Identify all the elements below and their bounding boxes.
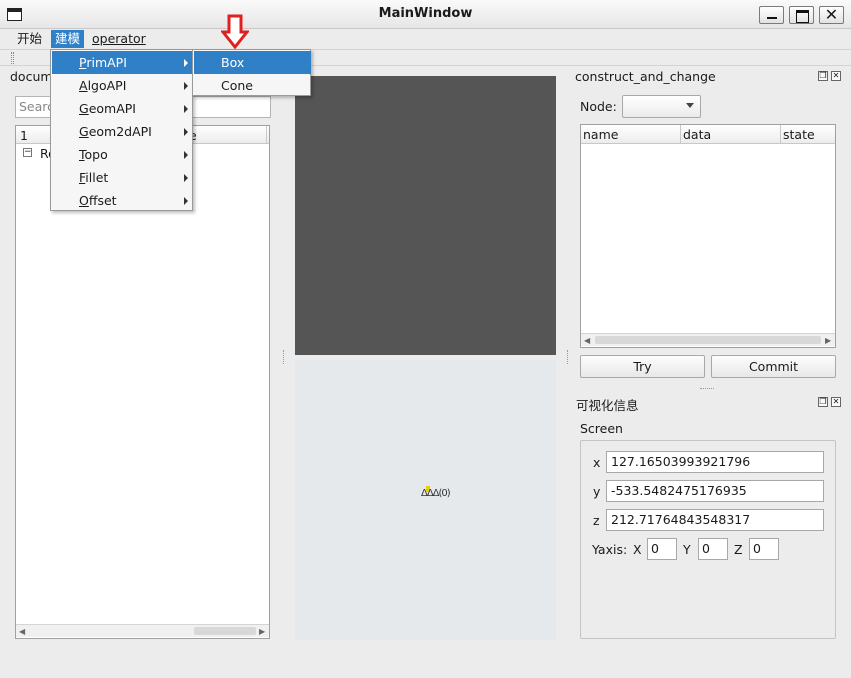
menu-item-label: lgoAPI	[87, 78, 127, 93]
scroll-left-icon[interactable]: ◀	[584, 336, 590, 345]
visual-info-dock-title: 可视化信息	[576, 398, 639, 413]
status-bar	[0, 668, 851, 678]
z-label: z	[593, 513, 600, 528]
menu-item-offset[interactable]: Offset	[52, 189, 192, 212]
axis-x-label: X	[633, 542, 642, 557]
menu-operator-label: operator	[92, 31, 146, 46]
toolbar-grip-icon[interactable]	[11, 52, 14, 64]
scrollbar-thumb[interactable]	[595, 336, 821, 344]
node-label: Node:	[580, 99, 617, 114]
menu-item-label: ffset	[88, 193, 117, 208]
submenu-arrow-icon	[184, 197, 188, 205]
hotkey-char: G	[79, 101, 89, 116]
scrollbar-thumb[interactable]	[194, 627, 256, 635]
primapi-submenu: Box Cone	[192, 49, 311, 96]
close-button[interactable]: ✕	[819, 5, 844, 24]
3d-viewer-bottom[interactable]	[295, 360, 556, 640]
menu-item-label: eomAPI	[88, 101, 136, 116]
tree-column-1[interactable]: 1	[20, 128, 28, 143]
node-data-table[interactable]: name data state ◀ ▶	[580, 124, 836, 348]
menu-item-primapi[interactable]: PrimAPI	[52, 51, 192, 74]
commit-button[interactable]: Commit	[711, 355, 836, 378]
submenu-item-box[interactable]: Box	[194, 51, 311, 74]
menu-item-topo[interactable]: Topo	[52, 143, 192, 166]
submenu-arrow-icon	[184, 59, 188, 67]
table-header: name data state	[581, 125, 835, 144]
construct-dock-title: construct_and_change	[575, 69, 716, 84]
minimize-button[interactable]	[759, 6, 784, 24]
try-button[interactable]: Try	[580, 355, 705, 378]
3d-viewer-top[interactable]	[295, 76, 556, 355]
menu-item-label: illet	[85, 170, 109, 185]
screen-group-label: Screen	[580, 421, 623, 436]
axis-y-label: Y	[683, 542, 691, 557]
collapse-icon[interactable]: −	[23, 148, 32, 157]
close-dock-icon[interactable]: ✕	[831, 71, 841, 81]
submenu-arrow-icon	[184, 82, 188, 90]
scroll-right-icon[interactable]: ▶	[825, 336, 831, 345]
model-menu: PrimAPI AlgoAPI GeomAPI Geom2dAPI Topo F…	[50, 49, 193, 211]
maximize-button[interactable]	[789, 6, 814, 24]
axis-trihedron-label: ΔΔΔ(0)	[421, 488, 451, 499]
scroll-left-icon[interactable]: ◀	[19, 627, 25, 636]
column-divider	[780, 125, 781, 144]
menu-item-fillet[interactable]: Fillet	[52, 166, 192, 189]
left-splitter-handle[interactable]	[283, 350, 285, 364]
column-divider	[266, 126, 267, 144]
submenu-arrow-icon	[184, 174, 188, 182]
menu-item-geomapi[interactable]: GeomAPI	[52, 97, 192, 120]
column-divider	[680, 125, 681, 144]
x-field[interactable]: 127.16503993921796	[606, 451, 824, 473]
title-bar: MainWindow ✕	[0, 0, 851, 29]
axis-z-field[interactable]: 0	[749, 538, 779, 560]
scroll-right-icon[interactable]: ▶	[259, 627, 265, 636]
axis-x-field[interactable]: 0	[647, 538, 677, 560]
x-label: x	[593, 455, 601, 470]
axis-y-field[interactable]: 0	[698, 538, 728, 560]
menu-item-label: rimAPI	[86, 55, 127, 70]
axis-z-label: Z	[734, 542, 743, 557]
close-icon: ✕	[824, 5, 839, 24]
hotkey-char: O	[79, 193, 89, 208]
float-dock-icon[interactable]: ❐	[818, 71, 828, 81]
menu-model[interactable]: 建模	[51, 30, 85, 48]
tree-horizontal-scrollbar[interactable]: ◀ ▶	[16, 624, 269, 637]
menu-item-label: eom2dAPI	[88, 124, 152, 139]
pointer-arrow-icon	[221, 14, 249, 50]
menu-start[interactable]: 开始	[13, 30, 46, 48]
menu-operator[interactable]: operator	[88, 30, 150, 48]
menu-item-algoapi[interactable]: AlgoAPI	[52, 74, 192, 97]
yaxis-label: Yaxis:	[592, 542, 628, 557]
submenu-arrow-icon	[184, 128, 188, 136]
right-splitter-handle[interactable]	[567, 350, 569, 364]
float-dock-icon[interactable]: ❐	[818, 397, 828, 407]
table-horizontal-scrollbar[interactable]: ◀ ▶	[581, 333, 835, 346]
document-dock-title: docum	[10, 69, 53, 84]
hotkey-char: G	[79, 124, 89, 139]
hotkey-char: A	[79, 78, 88, 93]
submenu-arrow-icon	[184, 105, 188, 113]
menu-item-label: opo	[84, 147, 108, 162]
close-dock-icon[interactable]: ✕	[831, 397, 841, 407]
column-data[interactable]: data	[683, 127, 711, 142]
y-field[interactable]: -533.5482475176935	[606, 480, 824, 502]
submenu-item-cone[interactable]: Cone	[194, 74, 311, 97]
submenu-arrow-icon	[184, 151, 188, 159]
dock-splitter-handle[interactable]	[700, 388, 714, 390]
chevron-down-icon[interactable]	[686, 103, 694, 108]
z-field[interactable]: 212.71764843548317	[606, 509, 824, 531]
menu-bar: 开始 建模 operator	[0, 29, 851, 49]
column-state[interactable]: state	[783, 127, 815, 142]
window-title: MainWindow	[378, 6, 473, 21]
y-label: y	[593, 484, 601, 499]
menu-item-geom2dapi[interactable]: Geom2dAPI	[52, 120, 192, 143]
column-name[interactable]: name	[583, 127, 618, 142]
